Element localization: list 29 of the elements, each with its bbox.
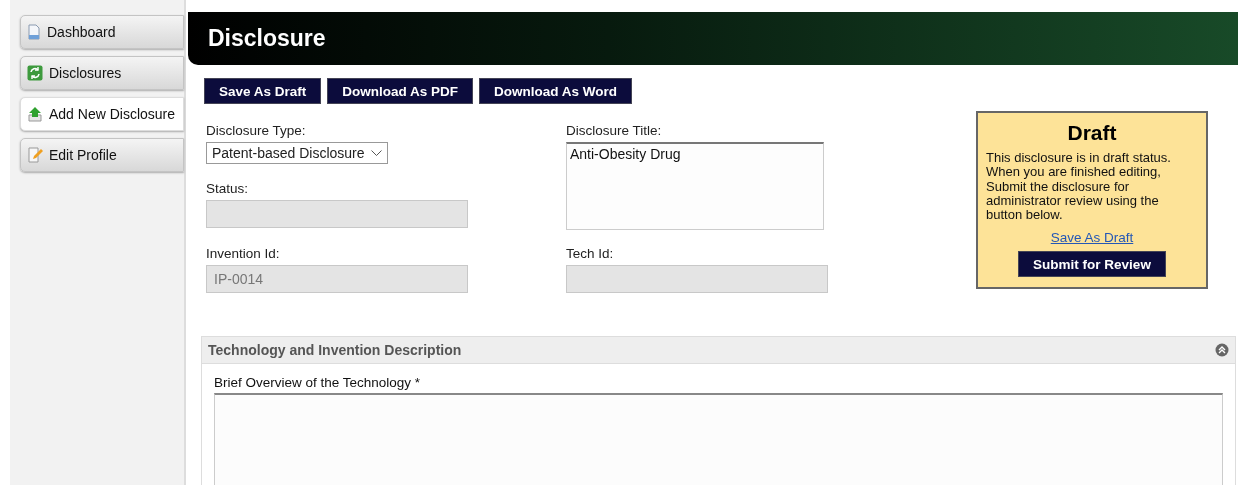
sidebar-item[interactable]: Edit Profile	[20, 138, 184, 172]
toolbar-button[interactable]: Download As PDF	[327, 78, 474, 104]
status-message: This disclosure is in draft status. When you are finished editing, Submit the disclosure for administrator review using the button below.	[986, 151, 1172, 223]
sidebar-item[interactable]: Dashboard	[20, 15, 184, 49]
textarea-field[interactable]	[214, 393, 1223, 485]
field-label: Tech Id:	[566, 246, 615, 261]
field-label: Invention Id:	[206, 246, 281, 261]
field-label: Status:	[206, 181, 250, 196]
sidebar-item[interactable]: Add New Disclosure	[20, 97, 184, 131]
submit-button[interactable]: Submit for Review	[1018, 251, 1166, 278]
field-label: Disclosure Type:	[206, 123, 307, 138]
collapse-icon[interactable]	[1215, 343, 1229, 357]
refresh-icon	[27, 65, 43, 81]
sidebar-item[interactable]: Disclosures	[20, 56, 184, 90]
upload-icon	[27, 106, 43, 122]
toolbar-button[interactable]: Save As Draft	[204, 78, 322, 104]
field-label: Brief Overview of the Technology *	[214, 375, 422, 390]
textarea-field[interactable]: Anti-Obesity Drug	[566, 142, 824, 230]
chevron-down-icon	[370, 149, 382, 157]
save-draft-link[interactable]: Save As Draft	[1050, 230, 1134, 246]
page-title: Disclosure	[208, 25, 326, 52]
field-label: Disclosure Title:	[566, 123, 663, 138]
section-title: Technology and Invention Description	[208, 342, 462, 358]
section-header[interactable]: Technology and Invention Description	[202, 337, 1235, 364]
document-icon	[27, 24, 41, 40]
dropdown[interactable]: Patent-based Disclosure	[206, 142, 388, 164]
toolbar-button[interactable]: Download As Word	[479, 78, 633, 104]
status-title: Draft	[1067, 121, 1117, 145]
edit-icon	[27, 147, 43, 163]
